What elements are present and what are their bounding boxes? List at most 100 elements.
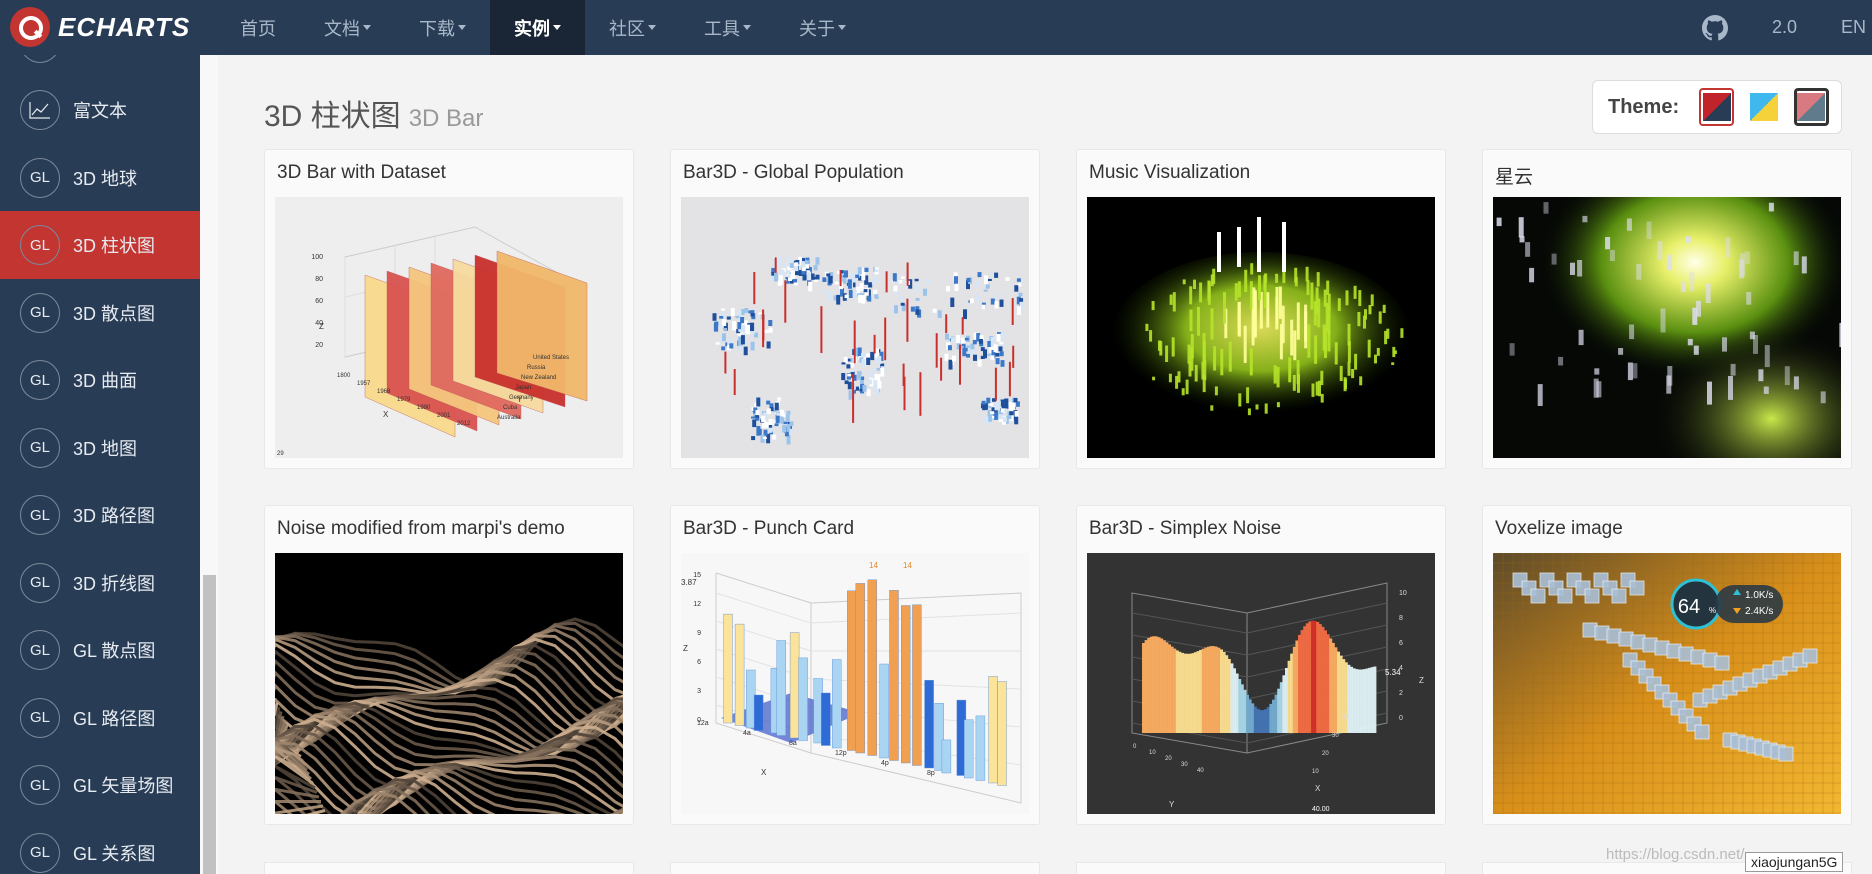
svg-text:10: 10 xyxy=(1399,590,1407,597)
card-thumbnail[interactable]: 10 8 6 4 2 0 Z 5.34 0 10 20 30 40 10 20 30 40 X Y 40.00 xyxy=(1087,553,1435,814)
svg-text:2012: 2012 xyxy=(457,421,471,427)
card-title[interactable]: Voxelize image xyxy=(1495,518,1623,540)
sidebar-item[interactable]: GL GL 矢量场图 xyxy=(0,751,200,819)
example-card[interactable]: Bar3D - Punch Card 3.87 15 12 9 6 3 0 Z 12a 4a 8a 12… xyxy=(670,505,1040,825)
svg-text:40: 40 xyxy=(1197,768,1204,774)
gl-icon xyxy=(20,55,60,63)
example-card[interactable]: Bar3D - Simplex Noise 10 8 6 4 2 0 Z 5.34 0 10 20 30… xyxy=(1076,505,1446,825)
echarts-logo-icon xyxy=(10,7,50,47)
example-card[interactable]: 3D Bar with Dataset 100 80 60 40 20 Z 1800 1957 1… xyxy=(264,149,634,469)
sidebar-item-label: 3D 地图 xyxy=(73,438,138,459)
github-icon[interactable] xyxy=(1701,14,1728,41)
svg-text:12p: 12p xyxy=(835,750,847,757)
theme-default-swatch[interactable] xyxy=(1699,88,1735,126)
svg-text:60: 60 xyxy=(315,298,323,305)
line-chart-icon xyxy=(20,90,60,130)
caret-down-icon xyxy=(838,25,846,30)
example-card[interactable]: 星云 xyxy=(1482,149,1852,469)
svg-text:1979: 1979 xyxy=(397,397,411,403)
card-title[interactable]: Bar3D - Global Population xyxy=(683,162,904,184)
sidebar-item[interactable]: 富文本 xyxy=(0,76,200,144)
example-card[interactable]: Bar3D - Global Population xyxy=(670,149,1040,469)
nav-item[interactable]: 社区 xyxy=(585,0,680,55)
sidebar-item[interactable]: GL 3D 路径图 xyxy=(0,481,200,549)
nav-item[interactable]: 下载 xyxy=(395,0,490,55)
top-navbar: ECHARTS 首页 文档 下载 实例 社区 工具 关于 2.0 EN xyxy=(0,0,1872,55)
svg-text:Z: Z xyxy=(319,322,324,331)
nav-item[interactable]: 文档 xyxy=(300,0,395,55)
theme-light-swatch[interactable] xyxy=(1746,88,1781,126)
card-title[interactable]: 3D Bar with Dataset xyxy=(277,162,446,184)
sidebar-scrollbar[interactable] xyxy=(200,55,218,874)
caret-down-icon xyxy=(363,25,371,30)
language-link[interactable]: EN xyxy=(1841,17,1866,38)
card-peek xyxy=(670,862,1040,874)
nav-menu: 首页 文档 下载 实例 社区 工具 关于 xyxy=(216,0,870,55)
sidebar-item-label: GL 散点图 xyxy=(73,641,156,661)
thumbnail-image: 1086420Z5.34010203040 10203040XY40.00 xyxy=(1087,553,1435,814)
svg-text:15: 15 xyxy=(693,572,701,579)
svg-text:X: X xyxy=(1315,784,1321,793)
gl-icon: GL xyxy=(20,225,60,265)
example-card[interactable]: Noise modified from marpi's demo xyxy=(264,505,634,825)
gl-icon: GL xyxy=(20,360,60,400)
card-thumbnail[interactable] xyxy=(1087,197,1435,458)
example-card[interactable]: Voxelize image 64% 1.0K/s 2.4K/s xyxy=(1482,505,1852,825)
sidebar-item[interactable]: GL GL 关系图 xyxy=(0,819,200,874)
card-title[interactable]: Bar3D - Simplex Noise xyxy=(1089,518,1281,540)
sidebar-item[interactable]: GL 3D 曲面 xyxy=(0,346,200,414)
sidebar-item[interactable]: GL 3D 地图 xyxy=(0,414,200,482)
theme-selector: Theme: xyxy=(1592,80,1842,134)
nav-item[interactable]: 关于 xyxy=(775,0,870,55)
sidebar-item[interactable]: GL GL 散点图 xyxy=(0,616,200,684)
card-thumbnail[interactable] xyxy=(275,553,623,814)
card-thumbnail[interactable]: 100 80 60 40 20 Z 1800 1957 1968 1979 1990 2001 2012… xyxy=(275,197,623,458)
nav-item[interactable]: 实例 xyxy=(490,0,585,55)
sidebar-item[interactable]: GL 3D 散点图 xyxy=(0,279,200,347)
card-thumbnail[interactable]: 64% 1.0K/s 2.4K/s xyxy=(1493,553,1841,814)
card-thumbnail[interactable]: 3.87 15 12 9 6 3 0 Z 12a 4a 8a 12p 4p 8p X 14 14 xyxy=(681,553,1029,814)
echarts-logo[interactable]: ECHARTS xyxy=(10,6,190,48)
svg-text:X: X xyxy=(383,410,389,419)
nav-item-label: 文档 xyxy=(324,18,360,39)
svg-text:2.4K/s: 2.4K/s xyxy=(1745,606,1773,617)
gl-icon: GL xyxy=(20,630,60,670)
svg-text:Z: Z xyxy=(683,644,688,653)
caret-down-icon xyxy=(648,25,656,30)
example-card[interactable]: Music Visualization xyxy=(1076,149,1446,469)
card-title[interactable]: Noise modified from marpi's demo xyxy=(277,518,565,540)
card-peek xyxy=(264,862,634,874)
gl-icon: GL xyxy=(20,765,60,805)
nav-item[interactable]: 工具 xyxy=(680,0,775,55)
svg-text:1968: 1968 xyxy=(377,389,391,395)
svg-text:Australia: Australia xyxy=(497,415,521,421)
svg-text:Cuba: Cuba xyxy=(503,405,518,411)
sidebar-item[interactable]: GL GL 路径图 xyxy=(0,684,200,752)
svg-text:9: 9 xyxy=(697,630,701,637)
logo-text: ECHARTS xyxy=(58,11,191,42)
card-thumbnail[interactable] xyxy=(681,197,1029,458)
watermark: https://blog.csdn.net/... xyxy=(1606,846,1757,863)
sidebar-item[interactable]: GL 3D 地球 xyxy=(0,144,200,212)
card-thumbnail[interactable] xyxy=(1493,197,1841,458)
theme-label: Theme: xyxy=(1608,95,1680,118)
version-link[interactable]: 2.0 xyxy=(1772,17,1797,38)
page-subtitle: 3D Bar xyxy=(408,105,484,132)
card-title[interactable]: 星云 xyxy=(1495,162,1533,189)
svg-text:20: 20 xyxy=(315,342,323,349)
page-title: 3D 柱状图 3D Bar xyxy=(264,91,483,135)
card-title[interactable]: Bar3D - Punch Card xyxy=(683,518,854,540)
gl-icon: GL xyxy=(20,832,60,873)
nav-item[interactable]: 首页 xyxy=(216,0,300,55)
scrollbar-thumb[interactable] xyxy=(203,575,216,874)
gl-icon: GL xyxy=(20,697,60,738)
theme-dark-swatch[interactable] xyxy=(1793,88,1829,126)
svg-text:14: 14 xyxy=(903,561,912,570)
svg-text:Japan: Japan xyxy=(515,385,531,391)
sidebar-item[interactable]: GL 3D 折线图 xyxy=(0,549,200,617)
nav-item-label: 下载 xyxy=(419,18,455,39)
card-title[interactable]: Music Visualization xyxy=(1089,162,1250,184)
gl-icon: GL xyxy=(20,495,60,535)
sidebar-item[interactable]: GL 3D 柱状图 xyxy=(0,211,200,279)
svg-text:30: 30 xyxy=(1332,733,1339,739)
